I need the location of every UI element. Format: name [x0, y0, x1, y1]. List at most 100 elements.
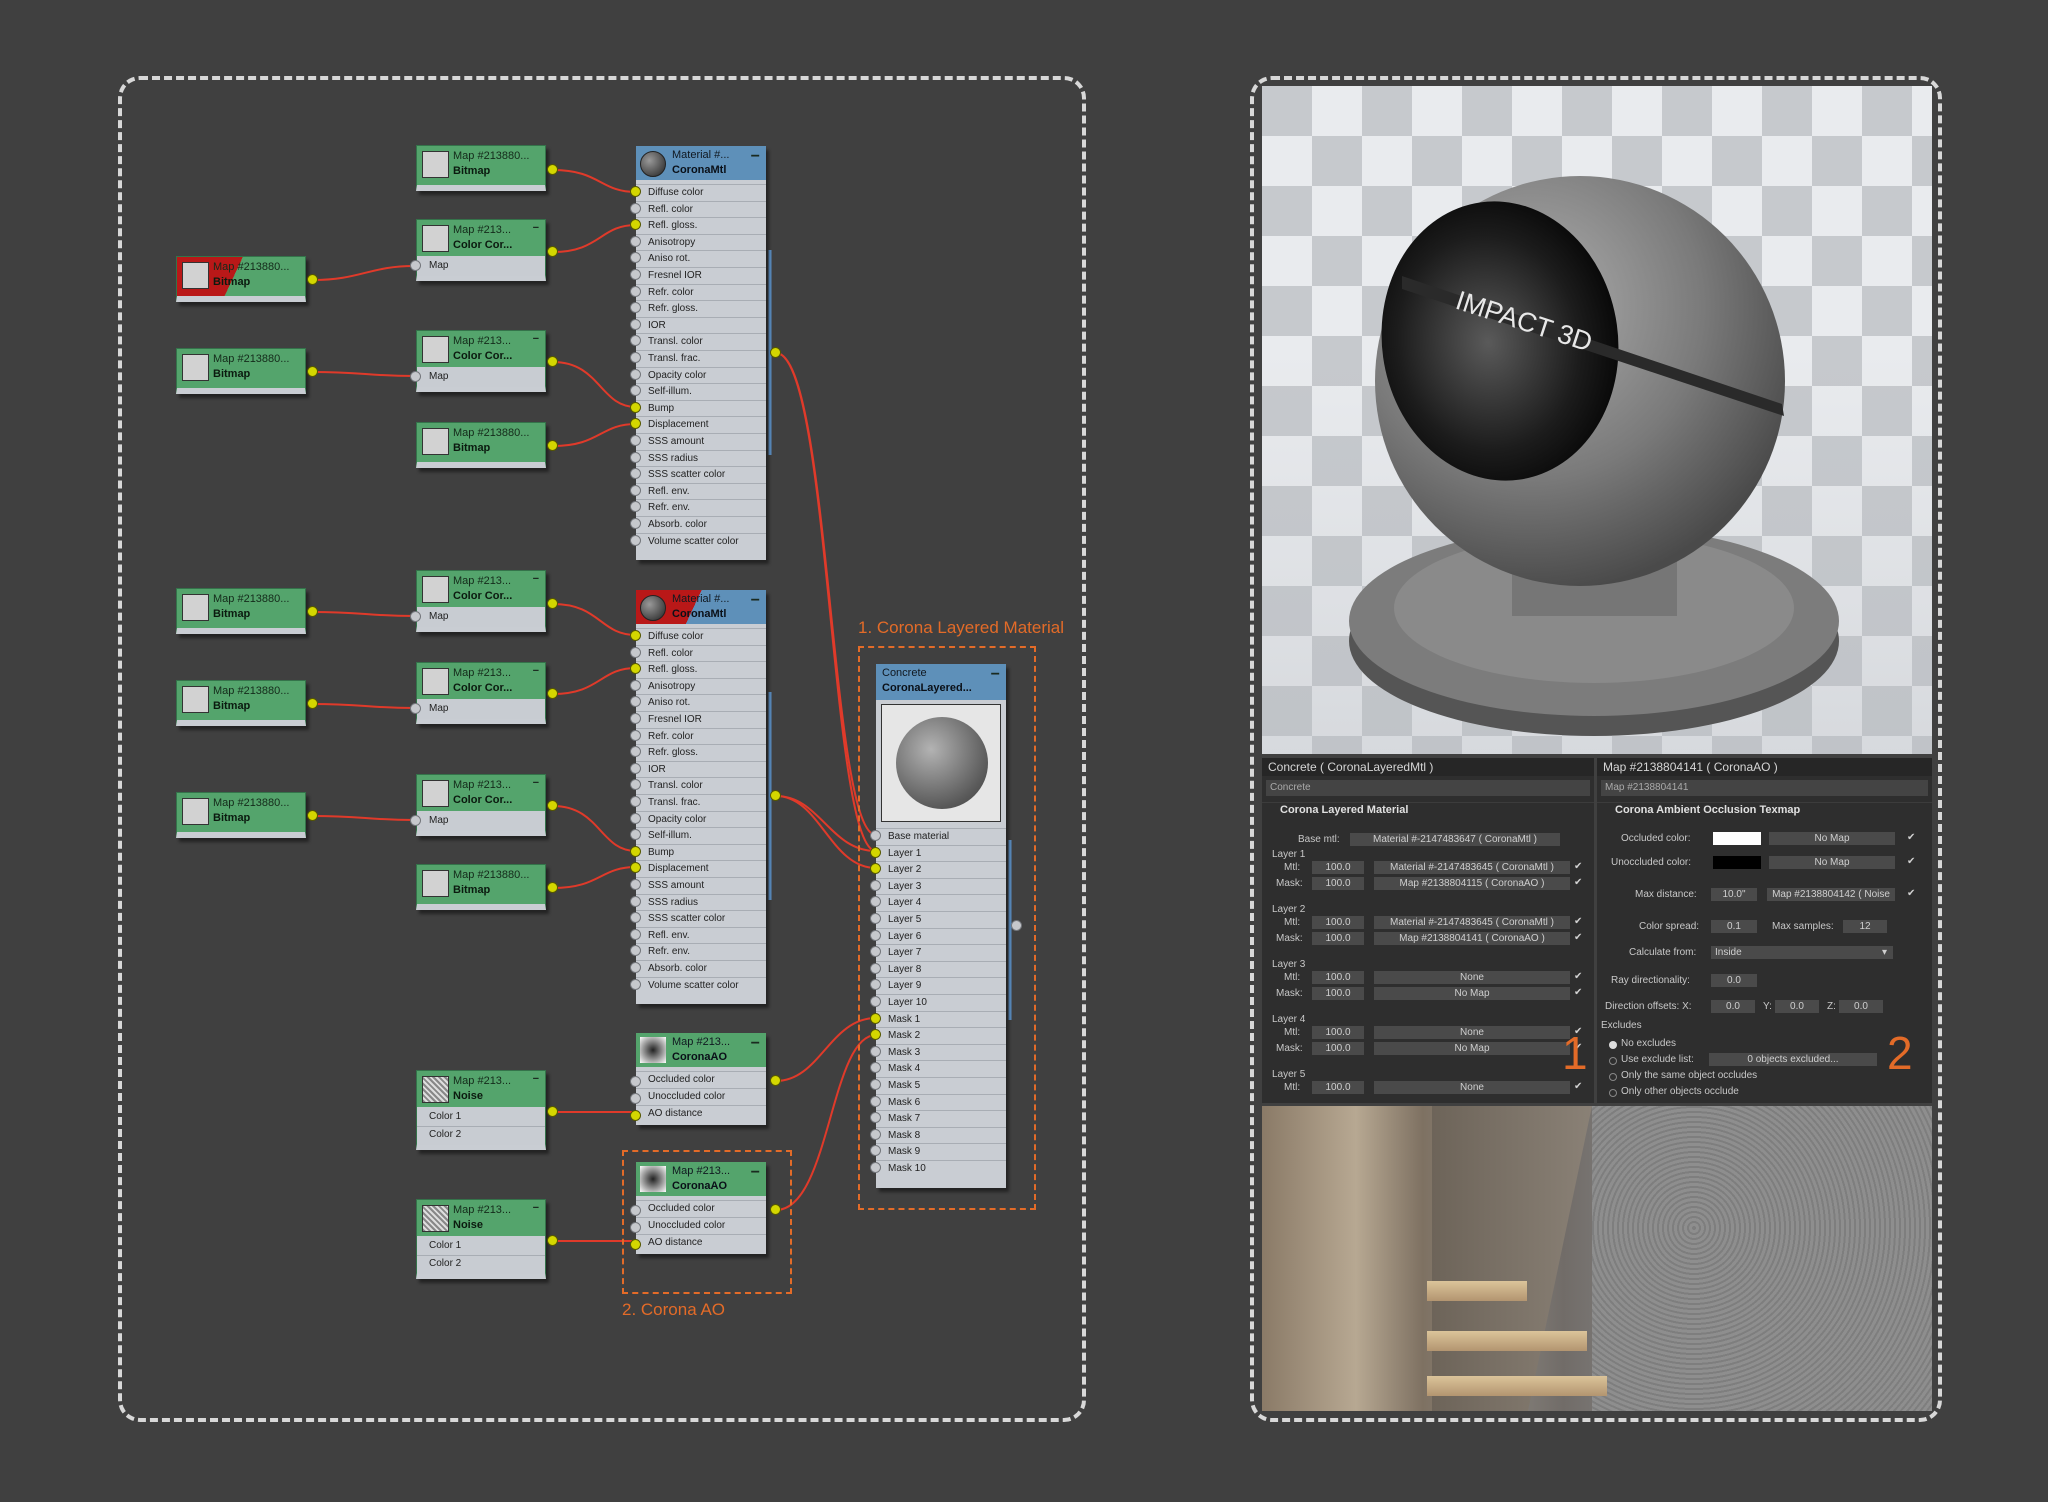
- layer-mtl-button[interactable]: None: [1374, 1081, 1570, 1094]
- input-port[interactable]: [870, 1045, 881, 1057]
- render-viewport[interactable]: IMPACT 3D: [1262, 86, 1932, 754]
- input-port[interactable]: [870, 1162, 881, 1173]
- mtl-amount-spinner[interactable]: 100.0: [1312, 861, 1364, 874]
- input-port[interactable]: [630, 1076, 641, 1087]
- input-port[interactable]: [410, 611, 421, 622]
- map-name-field[interactable]: Map #2138804141: [1601, 780, 1928, 796]
- use-exclude-radio[interactable]: [1609, 1057, 1617, 1065]
- output-port[interactable]: [307, 274, 318, 285]
- input-port[interactable]: [630, 729, 641, 741]
- output-port[interactable]: [770, 790, 781, 801]
- map-node-bitmap[interactable]: Map #213880... Bitmap: [416, 145, 546, 191]
- input-port[interactable]: [630, 762, 641, 774]
- output-port[interactable]: [307, 366, 318, 377]
- ray-directionality-spinner[interactable]: 0.0: [1711, 974, 1757, 987]
- unoccluded-map-button[interactable]: No Map: [1769, 856, 1895, 869]
- unoccluded-map-checkbox[interactable]: ✔: [1907, 857, 1917, 867]
- map-node-color-correct[interactable]: Map #213... Color Cor... − Map: [416, 570, 546, 632]
- input-port[interactable]: [410, 703, 421, 714]
- collapse-icon[interactable]: −: [533, 1073, 539, 1085]
- layer-mtl-button[interactable]: None: [1374, 1026, 1570, 1039]
- layer-enable-checkbox[interactable]: ✔: [1574, 862, 1584, 872]
- layer-mtl-button[interactable]: Material #-2147483645 ( CoronaMtl ): [1374, 861, 1570, 874]
- material-name-field[interactable]: Concrete: [1266, 780, 1590, 796]
- input-port[interactable]: [410, 815, 421, 826]
- layer-mask-button[interactable]: No Map: [1374, 987, 1570, 1000]
- input-port[interactable]: [410, 260, 421, 271]
- output-port[interactable]: [547, 356, 558, 367]
- map-node-color-correct[interactable]: Map #213... Color Cor... − Map: [416, 774, 546, 836]
- corona-ao-node[interactable]: Map #213... CoronaAO − Occluded color Un…: [636, 1033, 766, 1125]
- corona-material-node[interactable]: Material #... CoronaMtl − Diffuse color R…: [636, 590, 766, 1004]
- input-port[interactable]: [630, 879, 641, 890]
- output-port[interactable]: [547, 598, 558, 609]
- collapse-icon[interactable]: −: [751, 1035, 760, 1053]
- collapse-icon[interactable]: −: [533, 1202, 539, 1214]
- layer-mtl-button[interactable]: None: [1374, 971, 1570, 984]
- base-mtl-button[interactable]: Material #-2147483647 ( CoronaMtl ): [1350, 833, 1560, 846]
- calculate-from-select[interactable]: Inside ▾: [1711, 946, 1893, 959]
- input-port[interactable]: [630, 812, 641, 824]
- occluded-map-button[interactable]: No Map: [1769, 832, 1895, 845]
- max-samples-spinner[interactable]: 12: [1843, 920, 1887, 933]
- map-node-color-correct[interactable]: Map #213... Color Cor... − Map: [416, 219, 546, 281]
- max-distance-map-button[interactable]: Map #2138804142 ( Noise: [1767, 888, 1895, 901]
- output-port[interactable]: [307, 698, 318, 709]
- input-port[interactable]: [630, 630, 641, 641]
- layer-mask-button[interactable]: Map #2138804141 ( CoronaAO ): [1374, 932, 1570, 945]
- collapse-icon[interactable]: −: [533, 777, 539, 789]
- input-port[interactable]: [870, 879, 881, 891]
- input-port[interactable]: [870, 913, 881, 924]
- mtl-amount-spinner[interactable]: 100.0: [1312, 971, 1364, 984]
- input-port[interactable]: [870, 1095, 881, 1107]
- map-node-color-correct[interactable]: Map #213... Color Cor... − Map: [416, 330, 546, 392]
- map-node-bitmap[interactable]: Map #213880... Bitmap: [416, 864, 546, 910]
- mtl-amount-spinner[interactable]: 100.0: [1312, 1026, 1364, 1039]
- layer-enable-checkbox[interactable]: ✔: [1574, 917, 1584, 927]
- map-node-bitmap[interactable]: Map #213880... Bitmap: [416, 422, 546, 468]
- section-header[interactable]: Corona Ambient Occlusion Texmap: [1597, 802, 1932, 817]
- map-node-bitmap[interactable]: Map #213880... Bitmap: [176, 792, 306, 838]
- input-port[interactable]: [630, 186, 641, 197]
- input-port[interactable]: [630, 451, 641, 463]
- same-object-radio[interactable]: [1609, 1073, 1617, 1081]
- input-port[interactable]: [630, 269, 641, 280]
- mask-amount-spinner[interactable]: 100.0: [1312, 877, 1364, 890]
- mask-amount-spinner[interactable]: 100.0: [1312, 932, 1364, 945]
- input-port[interactable]: [630, 646, 641, 658]
- input-port[interactable]: [630, 484, 641, 496]
- corona-material-node[interactable]: Material #... CoronaMtl − Diffuse color R…: [636, 146, 766, 560]
- exclude-list-button[interactable]: 0 objects excluded...: [1709, 1053, 1877, 1066]
- input-port[interactable]: [870, 962, 881, 974]
- input-port[interactable]: [870, 830, 881, 841]
- direction-x-spinner[interactable]: 0.0: [1711, 1000, 1755, 1013]
- input-port[interactable]: [630, 318, 641, 330]
- input-port[interactable]: [630, 928, 641, 940]
- input-port[interactable]: [630, 202, 641, 214]
- collapse-icon[interactable]: −: [751, 148, 760, 166]
- collapse-icon[interactable]: −: [533, 333, 539, 345]
- input-port[interactable]: [870, 1128, 881, 1140]
- output-port[interactable]: [547, 688, 558, 699]
- section-header[interactable]: Corona Layered Material: [1262, 802, 1594, 817]
- input-port[interactable]: [630, 962, 641, 973]
- input-port[interactable]: [630, 368, 641, 380]
- map-node-bitmap[interactable]: Map #213880... Bitmap: [176, 348, 306, 394]
- color-spread-spinner[interactable]: 0.1: [1711, 920, 1757, 933]
- output-port[interactable]: [770, 1075, 781, 1086]
- mask-enable-checkbox[interactable]: ✔: [1574, 933, 1584, 943]
- output-port[interactable]: [547, 1106, 558, 1117]
- max-distance-spinner[interactable]: 10.0": [1711, 888, 1757, 901]
- other-objects-radio[interactable]: [1609, 1089, 1617, 1097]
- input-port[interactable]: [630, 978, 641, 990]
- direction-z-spinner[interactable]: 0.0: [1839, 1000, 1883, 1013]
- layer-enable-checkbox[interactable]: ✔: [1574, 972, 1584, 982]
- max-distance-checkbox[interactable]: ✔: [1907, 889, 1917, 899]
- output-port[interactable]: [547, 440, 558, 451]
- input-port[interactable]: [870, 1079, 881, 1090]
- output-port[interactable]: [307, 810, 318, 821]
- mask-enable-checkbox[interactable]: ✔: [1574, 988, 1584, 998]
- direction-y-spinner[interactable]: 0.0: [1775, 1000, 1819, 1013]
- mask-enable-checkbox[interactable]: ✔: [1574, 878, 1584, 888]
- layer-enable-checkbox[interactable]: ✔: [1574, 1082, 1584, 1092]
